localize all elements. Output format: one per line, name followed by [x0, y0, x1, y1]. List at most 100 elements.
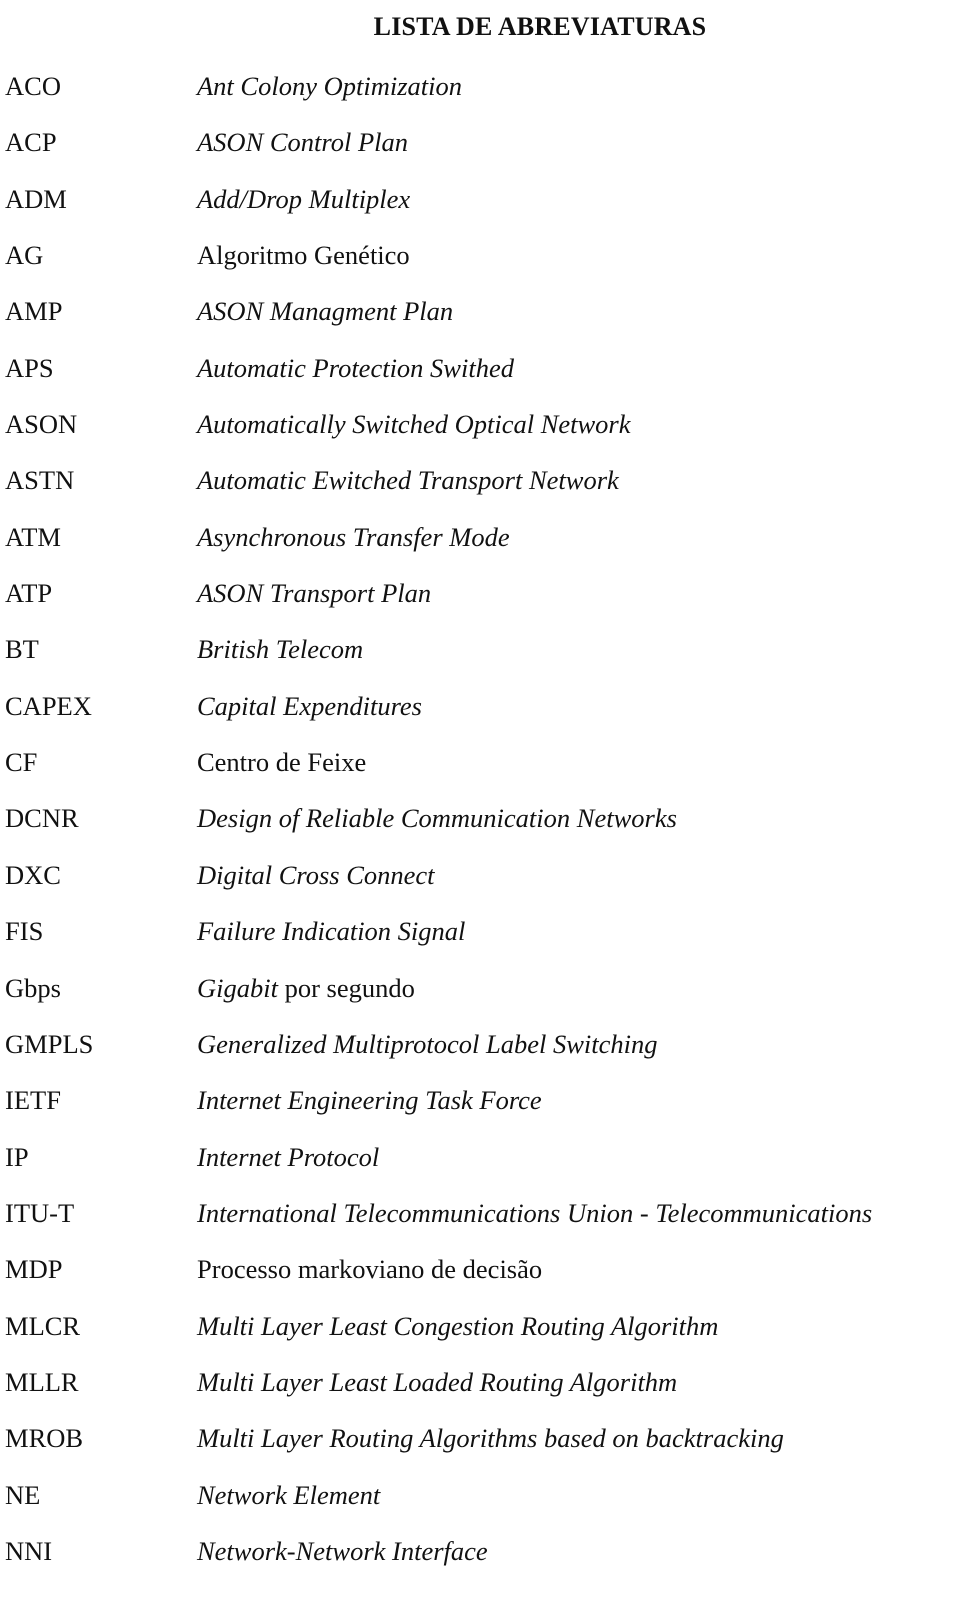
- abbreviation-row: ATP ASON Transport Plan: [0, 575, 960, 631]
- definition-text: Multi Layer Least Congestion Routing Alg…: [197, 1310, 719, 1341]
- abbreviation-definition: Network Element: [197, 1477, 380, 1513]
- abbreviation-definition: Multi Layer Least Congestion Routing Alg…: [197, 1308, 718, 1344]
- abbreviation-row: DXC Digital Cross Connect: [0, 857, 960, 913]
- abbreviation-term: ACP: [5, 127, 57, 158]
- abbreviation-definition: British Telecom: [197, 631, 363, 667]
- abbreviation-row: APS Automatic Protection Swithed: [0, 350, 960, 406]
- abbreviation-definition: Automatic Protection Swithed: [197, 350, 514, 386]
- abbreviation-term: NE: [5, 1479, 41, 1510]
- abbreviation-term: ASTN: [5, 465, 75, 496]
- abbreviation-row: ACO Ant Colony Optimization: [0, 68, 960, 124]
- definition-text: Network Element: [197, 1479, 381, 1510]
- abbreviation-term: BT: [5, 634, 39, 665]
- abbreviation-term: APS: [5, 352, 54, 383]
- abbreviation-row: ADM Add/Drop Multiplex: [0, 181, 960, 237]
- abbreviation-definition: Asynchronous Transfer Mode: [197, 519, 510, 555]
- definition-text: Generalized Multiprotocol Label Switchin…: [197, 1028, 658, 1059]
- abbreviation-definition: Internet Engineering Task Force: [197, 1082, 542, 1118]
- abbreviation-term: MROB: [5, 1423, 84, 1454]
- abbreviation-row: NE Network Element: [0, 1477, 960, 1533]
- abbreviation-definition: Add/Drop Multiplex: [197, 181, 410, 217]
- abbreviation-term: DXC: [5, 859, 61, 890]
- abbreviation-definition: Ant Colony Optimization: [197, 68, 462, 104]
- abbreviation-row: ASON Automatically Switched Optical Netwo…: [0, 406, 960, 462]
- definition-text: Internet Engineering Task Force: [197, 1085, 542, 1116]
- abbreviation-row: MROB Multi Layer Routing Algorithms based…: [0, 1420, 960, 1476]
- abbreviation-term: GMPLS: [5, 1028, 94, 1059]
- abbreviation-row: IP Internet Protocol: [0, 1139, 960, 1195]
- definition-text: Add/Drop Multiplex: [197, 183, 411, 214]
- definition-text: International Telecommunications Union -…: [197, 1197, 873, 1228]
- abbreviation-row: FIS Failure Indication Signal: [0, 913, 960, 969]
- definition-text: Capital Expenditures: [197, 690, 422, 721]
- definition-text: ASON Transport Plan: [197, 578, 432, 609]
- abbreviation-row: ASTN Automatic Ewitched Transport Network: [0, 462, 960, 518]
- abbreviation-row: ATM Asynchronous Transfer Mode: [0, 519, 960, 575]
- abbreviation-term: AG: [5, 240, 44, 271]
- abbreviation-definition: Digital Cross Connect: [197, 857, 435, 893]
- definition-text: Internet Protocol: [197, 1141, 380, 1172]
- definition-text: Gigabit: [197, 972, 278, 1003]
- abbreviation-term: NNI: [5, 1535, 53, 1566]
- abbreviation-term: IP: [5, 1141, 29, 1172]
- abbreviation-definition: ASON Transport Plan: [197, 575, 431, 611]
- abbreviation-definition: Design of Reliable Communication Network…: [197, 800, 677, 836]
- abbreviation-term: FIS: [5, 916, 44, 947]
- abbreviation-term: MLCR: [5, 1310, 81, 1341]
- abbreviation-row: NNI Network-Network Interface: [0, 1533, 960, 1589]
- abbreviation-row: IETF Internet Engineering Task Force: [0, 1082, 960, 1138]
- abbreviation-row: MLCR Multi Layer Least Congestion Routing…: [0, 1308, 960, 1364]
- definition-text: Automatically Switched Optical Network: [197, 409, 631, 440]
- abbreviation-row: GMPLS Generalized Multiprotocol Label Swi…: [0, 1026, 960, 1082]
- abbreviation-definition: Automatic Ewitched Transport Network: [197, 462, 619, 498]
- abbreviation-row: MDP Processo markoviano de decisão: [0, 1251, 960, 1307]
- definition-text: ASON Control Plan: [197, 127, 409, 158]
- definition-text: Processo markoviano de decisão: [197, 1254, 543, 1285]
- abbreviation-definition: Network-Network Interface: [197, 1533, 488, 1569]
- abbreviation-term: DCNR: [5, 803, 79, 834]
- abbreviation-term: ITU-T: [5, 1197, 75, 1228]
- abbreviation-term: ATP: [5, 578, 53, 609]
- abbreviation-row: AMP ASON Managment Plan: [0, 293, 960, 349]
- definition-text: Automatic Protection Swithed: [197, 352, 514, 383]
- abbreviation-definition: Centro de Feixe: [197, 744, 366, 780]
- definition-text: Multi Layer Routing Algorithms based on …: [197, 1423, 784, 1454]
- abbreviation-row: DCNR Design of Reliable Communication Net…: [0, 800, 960, 856]
- definition-text: por segundo: [277, 972, 415, 1003]
- definition-text: Failure Indication Signal: [197, 916, 466, 947]
- abbreviation-row: AG Algoritmo Genético: [0, 237, 960, 293]
- abbreviation-row: ACP ASON Control Plan: [0, 124, 960, 180]
- abbreviation-definition: Multi Layer Routing Algorithms based on …: [197, 1420, 784, 1456]
- definition-text: ASON Managment Plan: [197, 296, 454, 327]
- abbreviation-definition: ASON Control Plan: [197, 124, 408, 160]
- abbreviation-term: ACO: [5, 71, 61, 101]
- abbreviation-row: MLLR Multi Layer Least Loaded Routing Alg…: [0, 1364, 960, 1420]
- definition-text: Centro de Feixe: [197, 747, 367, 778]
- abbreviation-row: ITU-T International Telecommunications Un…: [0, 1195, 960, 1251]
- abbreviation-definition: Generalized Multiprotocol Label Switchin…: [197, 1026, 658, 1062]
- abbreviation-term: ASON: [5, 409, 78, 440]
- abbreviation-definition: Multi Layer Least Loaded Routing Algorit…: [197, 1364, 677, 1400]
- definition-text: British Telecom: [197, 634, 364, 665]
- abbreviation-row: CAPEX Capital Expenditures: [0, 688, 960, 744]
- abbreviation-definition: Algoritmo Genético: [197, 237, 410, 273]
- abbreviation-definition: Internet Protocol: [197, 1139, 379, 1175]
- abbreviation-term: Gbps: [5, 972, 61, 1003]
- abbreviation-term: CAPEX: [5, 690, 92, 721]
- definition-text: Asynchronous Transfer Mode: [197, 521, 510, 552]
- abbreviation-definition: International Telecommunications Union -…: [197, 1195, 872, 1231]
- abbreviation-row: Gbps Gigabit por segundo: [0, 970, 960, 1026]
- abbreviation-term: AMP: [5, 296, 63, 327]
- definition-text: Algoritmo Genético: [197, 240, 410, 271]
- abbreviation-definition: Automatically Switched Optical Network: [197, 406, 631, 442]
- abbreviation-term: MLLR: [5, 1366, 79, 1397]
- abbreviation-term: ADM: [5, 183, 67, 214]
- abbreviation-definition: Processo markoviano de decisão: [197, 1251, 542, 1287]
- definition-text: Automatic Ewitched Transport Network: [197, 465, 619, 496]
- abbreviation-list: ACO Ant Colony Optimization ACP ASON Contro…: [0, 68, 960, 1589]
- definition-text: Design of Reliable Communication Network…: [197, 803, 677, 834]
- definition-text: Digital Cross Connect: [197, 859, 435, 890]
- abbreviation-definition: Gigabit por segundo: [197, 970, 415, 1006]
- abbreviation-row: CF Centro de Feixe: [0, 744, 960, 800]
- page-title: LISTA DE ABREVIATURAS: [373, 12, 707, 42]
